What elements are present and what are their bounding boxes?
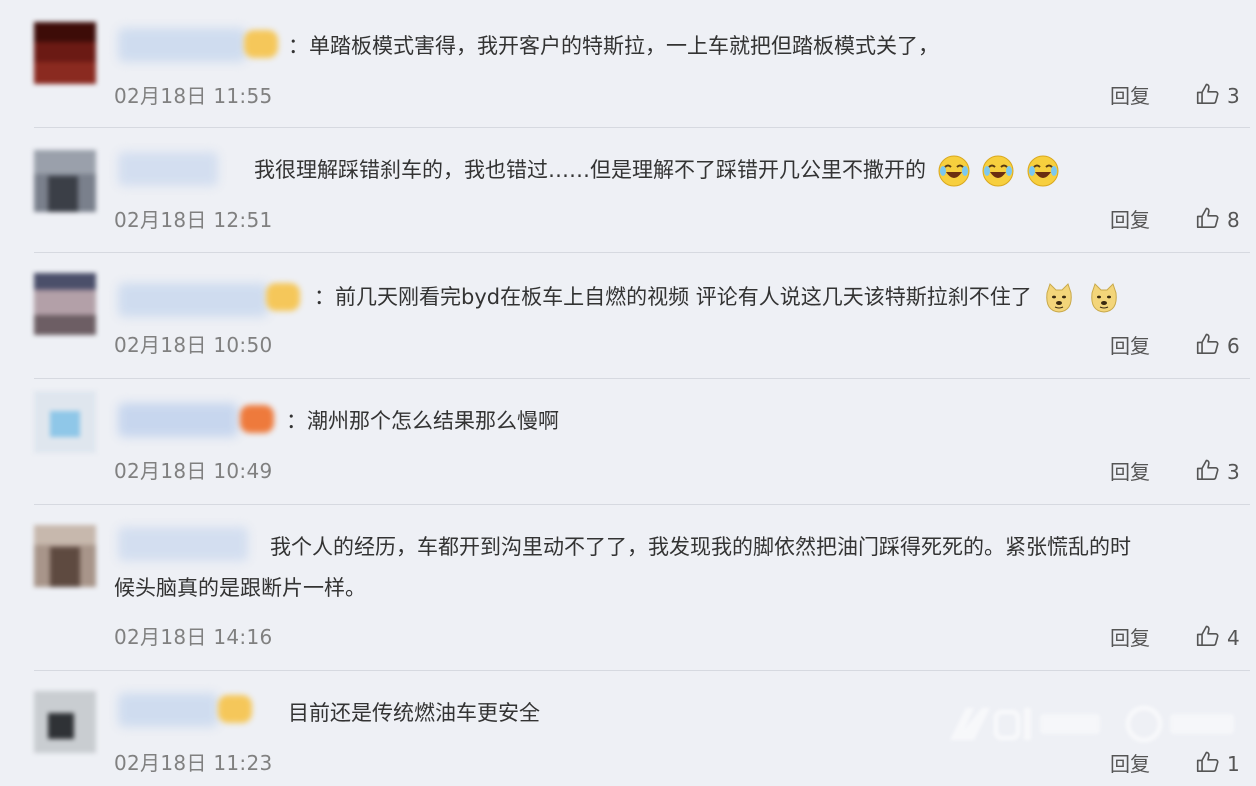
like-button[interactable]: 8 bbox=[1195, 205, 1240, 235]
laugh-cry-emoji bbox=[982, 155, 1014, 187]
avatar[interactable] bbox=[34, 150, 96, 212]
thumbs-up-icon bbox=[1195, 205, 1221, 235]
comment-text-line2: 候头脑真的是跟断片一样。 bbox=[114, 576, 366, 600]
comment-text-line1: 我个人的经历，车都开到沟里动不了了，我发现我的脚依然把油门踩得死死的。紧张慌乱的… bbox=[270, 535, 1131, 559]
comment-time: 02月18日 10:50 bbox=[114, 333, 273, 357]
doge-emoji bbox=[1091, 283, 1117, 313]
comment-text: 目前还是传统燃油车更安全 bbox=[288, 701, 540, 725]
comment-time: 02月18日 14:16 bbox=[114, 625, 273, 649]
username-blurred[interactable] bbox=[118, 152, 218, 186]
avatar[interactable] bbox=[34, 525, 96, 587]
user-badge-blurred bbox=[218, 695, 252, 723]
laugh-cry-emoji bbox=[938, 155, 970, 187]
like-button[interactable]: 6 bbox=[1195, 331, 1240, 361]
avatar[interactable] bbox=[34, 273, 96, 335]
comment-time: 02月18日 11:23 bbox=[114, 751, 273, 775]
user-badge-blurred bbox=[244, 30, 278, 58]
comment-text: ：单踏板模式害得，我开客户的特斯拉，一上车就把但踏板模式关了， bbox=[288, 34, 939, 58]
reply-button[interactable]: 回复 bbox=[1110, 748, 1150, 777]
like-count: 6 bbox=[1227, 334, 1240, 358]
thumbs-up-icon bbox=[1195, 457, 1221, 487]
thumbs-up-icon bbox=[1195, 749, 1221, 779]
doge-emoji bbox=[1046, 283, 1073, 313]
comment-item: 我很理解踩错刹车的，我也错过……但是理解不了踩错开几公里不撒开的 02月18日 … bbox=[0, 128, 1256, 253]
comment-text-content: ：前几天刚看完byd在板车上自燃的视频 评论有人说这几天该特斯拉刹不住了 bbox=[314, 285, 1032, 309]
thumbs-up-icon bbox=[1195, 331, 1221, 361]
comment-item: ：潮州那个怎么结果那么慢啊 02月18日 10:49 回复 3 bbox=[0, 379, 1256, 505]
like-count: 4 bbox=[1227, 626, 1240, 650]
user-badge-blurred bbox=[240, 405, 274, 433]
reply-button[interactable]: 回复 bbox=[1110, 80, 1150, 109]
thumbs-up-icon bbox=[1195, 623, 1221, 653]
like-count: 3 bbox=[1227, 84, 1240, 108]
reply-button[interactable]: 回复 bbox=[1110, 456, 1150, 485]
comment-time: 02月18日 10:49 bbox=[114, 459, 273, 483]
comment-text-content: 我很理解踩错刹车的，我也错过……但是理解不了踩错开几公里不撒开的 bbox=[254, 158, 926, 182]
avatar[interactable] bbox=[34, 22, 96, 84]
like-button[interactable]: 4 bbox=[1195, 623, 1240, 653]
comment-item: 我个人的经历，车都开到沟里动不了了，我发现我的脚依然把油门踩得死死的。紧张慌乱的… bbox=[0, 505, 1256, 671]
avatar[interactable] bbox=[34, 691, 96, 753]
comment-item: ：单踏板模式害得，我开客户的特斯拉，一上车就把但踏板模式关了， 02月18日 1… bbox=[0, 0, 1256, 128]
like-count: 1 bbox=[1227, 752, 1240, 776]
like-count: 3 bbox=[1227, 460, 1240, 484]
thumbs-up-icon bbox=[1195, 81, 1221, 111]
like-button[interactable]: 3 bbox=[1195, 457, 1240, 487]
comment-text: 我很理解踩错刹车的，我也错过……但是理解不了踩错开几公里不撒开的 bbox=[254, 154, 1060, 188]
reply-button[interactable]: 回复 bbox=[1110, 622, 1150, 651]
user-badge-blurred bbox=[266, 283, 300, 311]
username-blurred[interactable] bbox=[118, 527, 248, 561]
username-blurred[interactable] bbox=[118, 693, 218, 727]
comment-text: ：潮州那个怎么结果那么慢啊 bbox=[286, 409, 559, 433]
username-blurred[interactable] bbox=[118, 403, 238, 437]
like-count: 8 bbox=[1227, 208, 1240, 232]
reply-button[interactable]: 回复 bbox=[1110, 330, 1150, 359]
comment-item: ：前几天刚看完byd在板车上自燃的视频 评论有人说这几天该特斯拉刹不住了 02月… bbox=[0, 253, 1256, 379]
watermark-logo bbox=[950, 705, 1234, 743]
comment-list: ：单踏板模式害得，我开客户的特斯拉，一上车就把但踏板模式关了， 02月18日 1… bbox=[0, 0, 1256, 786]
comment-text: ：前几天刚看完byd在板车上自燃的视频 评论有人说这几天该特斯拉刹不住了 bbox=[314, 281, 1121, 315]
comment-time: 02月18日 12:51 bbox=[114, 208, 273, 232]
reply-button[interactable]: 回复 bbox=[1110, 204, 1150, 233]
comment-time: 02月18日 11:55 bbox=[114, 84, 273, 108]
like-button[interactable]: 3 bbox=[1195, 81, 1240, 111]
username-blurred[interactable] bbox=[118, 28, 246, 62]
username-blurred[interactable] bbox=[118, 283, 268, 317]
avatar[interactable] bbox=[34, 391, 96, 453]
like-button[interactable]: 1 bbox=[1195, 749, 1240, 779]
laugh-cry-emoji bbox=[1027, 155, 1059, 187]
